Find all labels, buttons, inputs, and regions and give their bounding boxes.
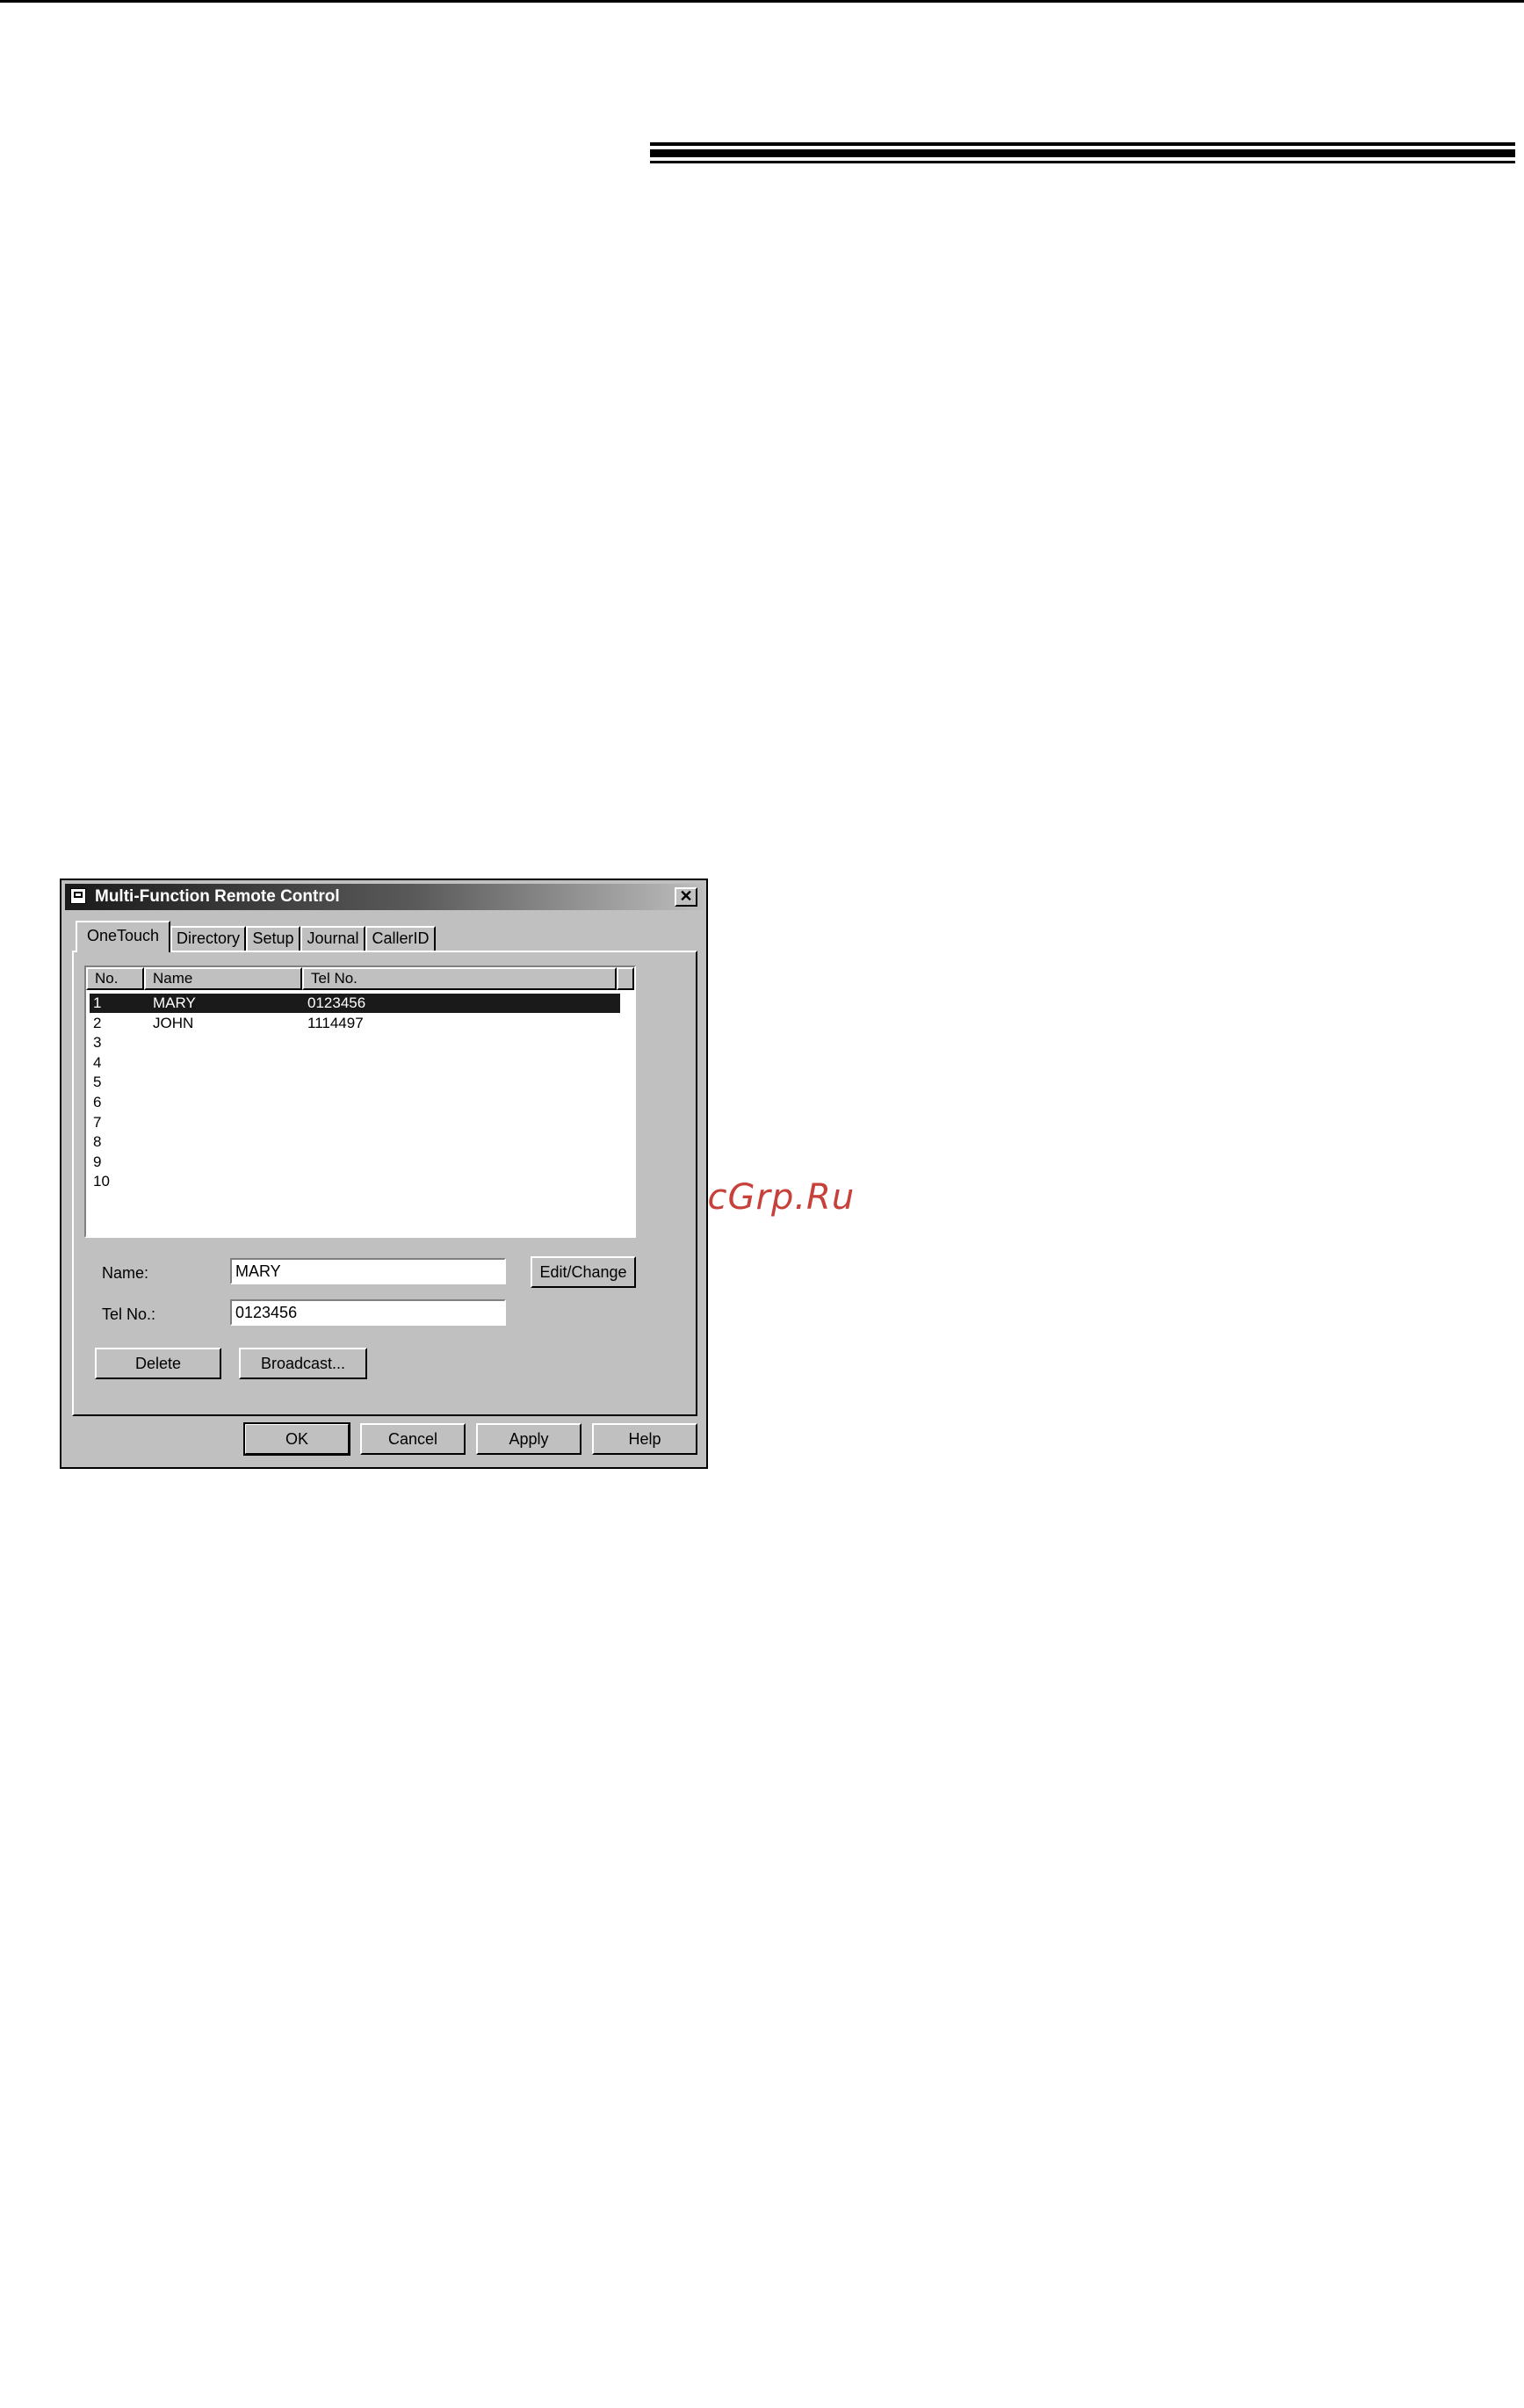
tab-onetouch[interactable]: OneTouch <box>76 921 170 952</box>
header-rule <box>650 142 1515 146</box>
close-button[interactable]: ✕ <box>675 887 697 907</box>
column-header-tel[interactable]: Tel No. <box>302 967 617 990</box>
top-rule <box>0 0 1524 3</box>
tab-directory[interactable]: Directory <box>170 926 246 951</box>
list-cell-no: 4 <box>93 1053 102 1071</box>
name-label: Name: <box>102 1264 149 1282</box>
dialog-window: Multi-Function Remote Control ✕ OneTouch… <box>60 879 708 1469</box>
title-bar[interactable]: Multi-Function Remote Control ✕ <box>65 884 703 910</box>
ok-button[interactable]: OK <box>243 1422 350 1456</box>
list-item[interactable]: 5 <box>90 1073 620 1092</box>
window-title: Multi-Function Remote Control <box>95 887 340 906</box>
header-rule <box>650 149 1515 157</box>
column-header-filler <box>617 967 634 990</box>
edit-change-button[interactable]: Edit/Change <box>531 1256 636 1288</box>
tel-label: Tel No.: <box>102 1305 156 1323</box>
tab-setup[interactable]: Setup <box>246 926 300 951</box>
list-cell-tel: 0123456 <box>307 994 366 1011</box>
list-cell-no: 8 <box>93 1133 102 1151</box>
tel-field[interactable]: 0123456 <box>230 1299 506 1326</box>
list-cell-no: 2 <box>93 1014 102 1031</box>
header-rule <box>650 161 1515 163</box>
list-item[interactable]: 6 <box>90 1093 620 1112</box>
delete-button[interactable]: Delete <box>95 1348 221 1379</box>
list-cell-name: JOHN <box>153 1014 194 1031</box>
tab-journal[interactable]: Journal <box>300 926 365 951</box>
list-item[interactable]: 9 <box>90 1153 620 1172</box>
list-item[interactable]: 10 <box>90 1172 620 1191</box>
cancel-button[interactable]: Cancel <box>360 1423 466 1455</box>
list-item[interactable]: 8 <box>90 1132 620 1152</box>
apply-button[interactable]: Apply <box>476 1423 581 1455</box>
list-cell-no: 10 <box>93 1173 110 1190</box>
column-header-no[interactable]: No. <box>86 967 144 990</box>
list-cell-no: 1 <box>93 994 102 1011</box>
list-item[interactable]: 3 <box>90 1033 620 1052</box>
column-header-name[interactable]: Name <box>144 967 302 990</box>
list-item[interactable]: 7 <box>90 1113 620 1132</box>
list-cell-no: 7 <box>93 1113 102 1131</box>
list-item[interactable]: 1 MARY 0123456 <box>90 994 620 1013</box>
list-cell-no: 3 <box>93 1034 102 1052</box>
list-cell-no: 5 <box>93 1074 102 1091</box>
list-item[interactable]: 2 JOHN 1114497 <box>90 1014 620 1033</box>
list-cell-no: 6 <box>93 1094 102 1110</box>
app-icon <box>70 888 86 904</box>
list-header: No. Name Tel No. <box>86 967 634 990</box>
name-field[interactable]: MARY <box>230 1258 506 1284</box>
tab-callerid[interactable]: CallerID <box>365 926 436 951</box>
onetouch-list[interactable]: No. Name Tel No. 1 MARY 0123456 2 JOHN 111449… <box>84 965 636 1238</box>
list-cell-name: MARY <box>153 994 196 1011</box>
broadcast-button[interactable]: Broadcast... <box>239 1348 367 1379</box>
help-button[interactable]: Help <box>592 1423 697 1455</box>
list-item[interactable]: 4 <box>90 1053 620 1073</box>
list-cell-no: 9 <box>93 1153 102 1170</box>
list-cell-tel: 1114497 <box>307 1014 364 1031</box>
